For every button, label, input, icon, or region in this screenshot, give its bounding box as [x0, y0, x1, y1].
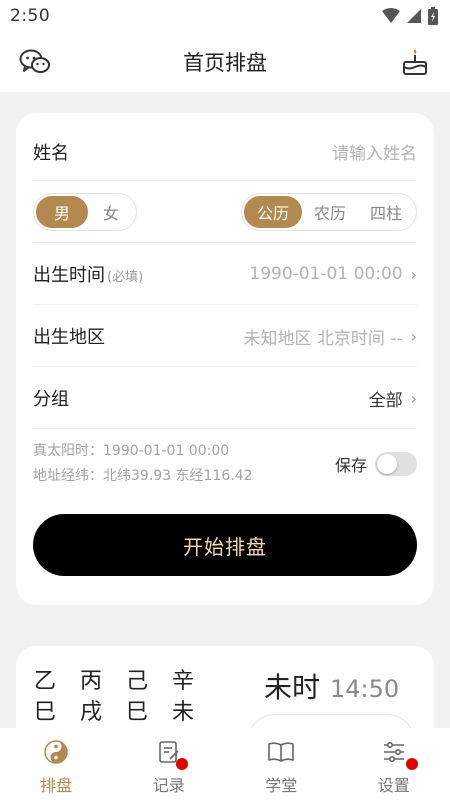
group-row[interactable]: 分组 全部 › [33, 368, 417, 429]
save-toggle[interactable] [375, 452, 417, 476]
calendar-lunar-option[interactable]: 农历 [302, 196, 358, 228]
chevron-right-icon: › [410, 326, 417, 346]
group-text: 全部 [368, 390, 403, 411]
calendar-sizhu-option[interactable]: 四柱 [358, 196, 414, 228]
coordinates-text: 地址经纬：北纬39.93 东经116.42 [33, 468, 253, 484]
birth-time-row[interactable]: 出生时间 (必填) 1990-01-01 00:00 › [33, 244, 417, 305]
ganzhi-char: 戌 [80, 700, 103, 725]
tab-paipan[interactable]: 排盘 [0, 728, 113, 800]
birth-place-text: 未知地区 北京时间 -- [243, 328, 403, 349]
tab-settings[interactable]: 设置 [338, 728, 450, 800]
solar-time-text: 真太阳时：1990-01-01 00:00 [33, 443, 230, 459]
birth-place-row[interactable]: 出生地区 未知地区 北京时间 -- › [33, 306, 417, 367]
birth-place-label: 出生地区 [33, 327, 105, 348]
status-bar: 2:50 [0, 0, 450, 32]
shichen-name: 未时 [264, 671, 321, 704]
ganzhi-char: 丙 [80, 669, 103, 694]
ganzhi-char: 巳 [126, 700, 149, 725]
wifi-icon [382, 8, 400, 23]
group-label: 分组 [33, 389, 69, 410]
tab-label: 记录 [152, 776, 185, 795]
ganzhi-char: 乙 [34, 669, 57, 694]
solar-info-row: 真太阳时：1990-01-01 00:00 地址经纬：北纬39.93 东经116… [33, 435, 417, 493]
chevron-right-icon: › [410, 264, 417, 284]
yin-yang-icon [42, 738, 70, 766]
app-header: 首页排盘 [0, 32, 450, 92]
battery-icon [428, 7, 438, 25]
save-control: 保存 [335, 452, 417, 476]
required-note: (必填) [107, 270, 144, 285]
page-title: 首页排盘 [183, 51, 267, 75]
chevron-right-icon: › [410, 388, 417, 408]
name-label: 姓名 [33, 142, 69, 164]
start-chart-button[interactable]: 开始排盘 [33, 514, 417, 576]
gender-selector: 男 女 [33, 193, 137, 231]
bottom-tab-bar: 排盘 记录 学堂 设置 [0, 728, 450, 800]
name-input[interactable]: 请输入姓名 [332, 139, 417, 164]
birth-time-value: 1990-01-01 00:00 › [249, 264, 417, 284]
tab-label: 排盘 [40, 776, 73, 795]
options-row: 男 女 公历 农历 四柱 [33, 182, 417, 243]
name-row[interactable]: 姓名 请输入姓名 [33, 123, 417, 181]
cake-icon [403, 49, 427, 75]
notification-dot [175, 758, 188, 770]
birth-place-value: 未知地区 北京时间 -- › [244, 324, 417, 349]
tab-label: 设置 [377, 776, 410, 795]
ganzhi-char: 未 [172, 700, 195, 725]
settings-icon [380, 738, 408, 766]
chart-form-card: 姓名 请输入姓名 男 女 公历 农历 四柱 出生时间 (必填) 1990-01-0… [16, 113, 434, 605]
group-value: 全部 › [369, 386, 417, 411]
calendar-selector: 公历 农历 四柱 [241, 193, 417, 231]
solar-info: 真太阳时：1990-01-01 00:00 地址经纬：北纬39.93 东经116… [33, 439, 253, 489]
save-label: 保存 [334, 456, 367, 475]
ganzhi-char: 辛 [172, 669, 195, 694]
signal-icon [407, 9, 421, 23]
status-icons [382, 7, 438, 25]
gender-male-option[interactable]: 男 [36, 196, 88, 228]
wechat-button[interactable] [18, 46, 52, 78]
birth-time-label-text: 出生时间 [33, 265, 105, 286]
tab-label: 学堂 [265, 776, 298, 795]
birth-time-text: 1990-01-01 00:00 [249, 264, 403, 284]
toggle-knob [377, 454, 397, 474]
wechat-icon [19, 49, 50, 73]
birthday-button[interactable] [400, 46, 430, 78]
tab-records[interactable]: 记录 [113, 728, 226, 800]
tab-school[interactable]: 学堂 [225, 728, 338, 800]
shichen-display: 未时 14:50 [264, 666, 399, 706]
ganzhi-char: 巳 [34, 700, 57, 725]
shichen-time: 14:50 [330, 675, 400, 703]
ganzhi-grid: 乙 丙 己 辛 巳 戌 巳 未 [34, 668, 218, 727]
status-time: 2:50 [10, 6, 51, 26]
notification-dot [405, 758, 418, 770]
book-icon [267, 738, 295, 766]
calendar-solar-option[interactable]: 公历 [244, 196, 302, 228]
gender-female-option[interactable]: 女 [88, 196, 134, 228]
birth-time-label: 出生时间 (必填) [33, 261, 143, 287]
ganzhi-char: 己 [126, 669, 149, 694]
